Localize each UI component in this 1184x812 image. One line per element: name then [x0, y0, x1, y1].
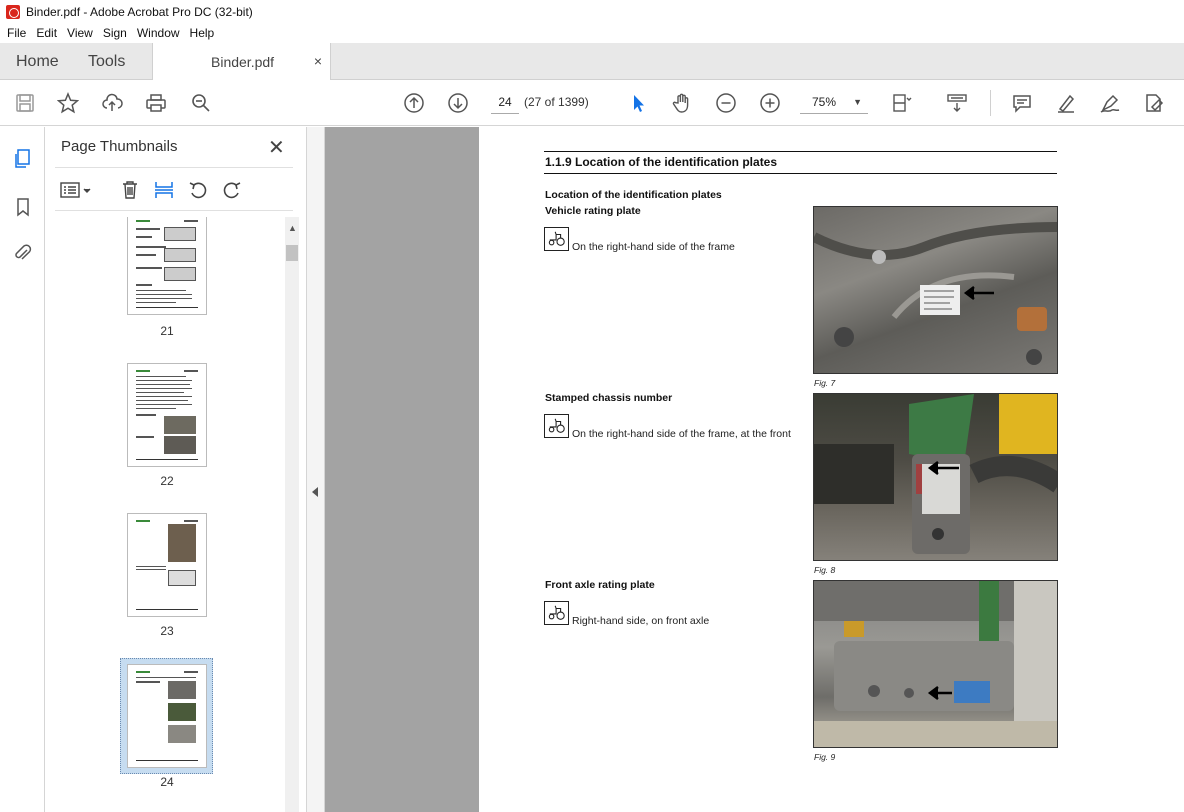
page-fit-icon[interactable]	[890, 91, 914, 115]
figure-photo	[813, 206, 1058, 374]
select-icon[interactable]	[626, 91, 650, 115]
figure-photo	[813, 393, 1058, 561]
menu-edit[interactable]: Edit	[31, 26, 62, 40]
zoom-in-icon[interactable]	[758, 91, 782, 115]
entry-heading: Front axle rating plate	[545, 579, 655, 591]
tab-tools[interactable]: Tools	[88, 43, 125, 80]
thumbnail-label: 24	[160, 775, 174, 789]
scroll-mode-icon[interactable]	[945, 91, 969, 115]
thumbnail-list: 21 22 23 24	[45, 217, 285, 812]
page-count: (27 of 1399)	[524, 95, 589, 109]
rotate-clockwise-icon[interactable]	[221, 179, 243, 201]
entry-heading: Stamped chassis number	[545, 392, 673, 404]
delete-icon[interactable]	[119, 179, 141, 201]
collapse-arrow-icon	[312, 487, 318, 497]
thumbnail-label: 22	[160, 474, 174, 488]
entry-text: On the right-hand side of the frame, at …	[572, 428, 791, 440]
close-tab-icon[interactable]: ×	[314, 53, 322, 69]
comment-icon[interactable]	[1010, 91, 1034, 115]
divider	[55, 210, 293, 211]
rule	[544, 173, 1057, 174]
page-thumbnails-panel: Page Thumbnails ✕ 21 22 23 24 ▲	[45, 127, 307, 812]
figure-caption: Fig. 7	[814, 378, 836, 388]
search-icon[interactable]	[189, 91, 213, 115]
acrobat-app-icon	[6, 4, 20, 19]
title-bar: Binder.pdf - Adobe Acrobat Pro DC (32-bi…	[0, 0, 1184, 23]
figure-caption: Fig. 9	[814, 752, 836, 762]
divider	[55, 167, 293, 168]
sign-icon[interactable]	[1098, 91, 1122, 115]
document-viewport[interactable]: 1.1.9 Location of the identification pla…	[325, 127, 1184, 812]
section-title: 1.1.9 Location of the identification pla…	[545, 155, 778, 169]
tractor-icon	[544, 227, 569, 251]
tab-bar: Home Tools Binder.pdf ×	[0, 43, 1184, 81]
thumbnail-page[interactable]	[127, 217, 207, 315]
chevron-down-icon: ▼	[853, 97, 862, 107]
menu-bar: File Edit View Sign Window Help	[0, 23, 1184, 43]
rule	[544, 151, 1057, 152]
scroll-up-icon[interactable]: ▲	[288, 223, 297, 233]
toolbar-separator	[990, 90, 991, 116]
page-number-input[interactable]: 24	[491, 91, 519, 114]
scrollbar-thumb[interactable]	[286, 245, 298, 261]
edit-pdf-icon[interactable]	[1142, 91, 1166, 115]
panel-title: Page Thumbnails	[61, 138, 178, 155]
menu-window[interactable]: Window	[132, 26, 185, 40]
previous-page-icon[interactable]	[402, 91, 426, 115]
thumbnail-label: 21	[160, 324, 174, 338]
zoom-level-select[interactable]: 75% ▼	[800, 91, 868, 114]
entry-text: Right-hand side, on front axle	[572, 615, 710, 627]
menu-sign[interactable]: Sign	[98, 26, 132, 40]
subheading: Location of the identification plates	[545, 189, 722, 201]
hand-icon[interactable]	[670, 91, 694, 115]
tab-home[interactable]: Home	[16, 43, 59, 80]
menu-file[interactable]: File	[2, 26, 31, 40]
thumbnail-toolbar	[45, 175, 307, 205]
thumbnail-scrollbar[interactable]: ▲	[285, 217, 299, 812]
figure-photo	[813, 580, 1058, 748]
upload-icon[interactable]	[100, 91, 124, 115]
bookmark-icon[interactable]	[11, 195, 35, 219]
figure-caption: Fig. 8	[814, 565, 836, 575]
star-icon[interactable]	[56, 91, 80, 115]
tab-document-label: Binder.pdf	[211, 54, 275, 70]
menu-view[interactable]: View	[62, 26, 98, 40]
highlight-icon[interactable]	[1054, 91, 1078, 115]
page-thumbnails-icon[interactable]	[11, 147, 35, 171]
menu-help[interactable]: Help	[185, 26, 220, 40]
thumbnail-label: 23	[160, 624, 174, 638]
tractor-icon	[544, 414, 569, 438]
attachment-icon[interactable]	[11, 241, 35, 265]
pdf-page: 1.1.9 Location of the identification pla…	[479, 127, 1184, 812]
thumbnail-page-selected[interactable]	[127, 664, 207, 768]
left-rail	[0, 127, 45, 812]
window-title: Binder.pdf - Adobe Acrobat Pro DC (32-bi…	[26, 4, 253, 19]
close-panel-icon[interactable]: ✕	[268, 135, 285, 160]
thumbnail-page[interactable]	[127, 513, 207, 617]
options-menu-icon[interactable]	[59, 179, 93, 201]
save-icon[interactable]	[13, 91, 37, 115]
print-icon[interactable]	[144, 91, 168, 115]
tractor-icon	[544, 601, 569, 625]
main-toolbar: 24 (27 of 1399) 75% ▼	[0, 80, 1184, 126]
rotate-counterclockwise-icon[interactable]	[187, 179, 209, 201]
entry-text: On the right-hand side of the frame	[572, 241, 735, 253]
tab-document[interactable]: Binder.pdf ×	[152, 43, 331, 81]
thumbnail-page[interactable]	[127, 363, 207, 467]
zoom-out-icon[interactable]	[714, 91, 738, 115]
next-page-icon[interactable]	[446, 91, 470, 115]
zoom-level-value: 75%	[812, 95, 837, 109]
panel-collapse-handle[interactable]	[307, 127, 325, 812]
entry-heading: Vehicle rating plate	[545, 205, 641, 217]
insert-page-icon[interactable]	[153, 179, 175, 201]
